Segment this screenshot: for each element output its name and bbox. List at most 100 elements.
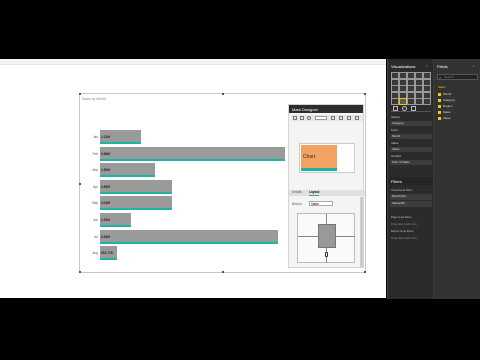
- visual-type-gallery: [391, 72, 431, 105]
- redo-icon[interactable]: [339, 116, 343, 120]
- report-filter-dropzone[interactable]: Drag data fields here: [391, 236, 417, 241]
- chevron-right-icon[interactable]: ›: [473, 64, 477, 68]
- category-label: Aug: [92, 251, 98, 256]
- category-label: Jul: [93, 234, 98, 239]
- anchor-line-left: [298, 236, 318, 237]
- anchor-line-top: [326, 214, 327, 224]
- resize-handle[interactable]: [79, 93, 81, 95]
- fields-pane: Fields › ⌕ Search Sales Month Category R…: [433, 59, 480, 299]
- filter-value[interactable]: Value(All): [390, 201, 432, 207]
- filter-month[interactable]: Month(All): [390, 194, 432, 200]
- bind-to-label: Bind to: [292, 202, 302, 206]
- bar-accent: [100, 208, 172, 211]
- page-filter-dropzone[interactable]: Drag data fields here: [391, 222, 417, 227]
- pane-tabs: [391, 106, 431, 112]
- well-tooltips[interactable]: Sum of Sales: [390, 160, 432, 165]
- checkbox-icon[interactable]: [438, 98, 441, 102]
- settings-icon[interactable]: [355, 116, 359, 120]
- category-label: May: [91, 201, 98, 206]
- fields-search[interactable]: ⌕ Search: [437, 74, 478, 80]
- bind-to-select[interactable]: Value: [309, 201, 333, 206]
- bar[interactable]: [100, 196, 172, 211]
- value-label: 1.80M: [101, 168, 110, 173]
- well-category[interactable]: Category: [390, 121, 432, 126]
- category-label: Apr: [93, 184, 98, 189]
- format-tab-icon[interactable]: [402, 106, 407, 111]
- visualizations-title: Visualizations: [391, 64, 416, 69]
- table-name[interactable]: Sales: [438, 85, 446, 90]
- checkbox-icon[interactable]: [438, 92, 441, 96]
- analytics-tab-icon[interactable]: [411, 106, 416, 111]
- category-label: Mar: [92, 168, 99, 173]
- resize-handle[interactable]: [364, 93, 366, 95]
- filters-title: Filters: [391, 179, 402, 184]
- checkbox-icon[interactable]: [438, 116, 441, 120]
- resize-handle[interactable]: [79, 271, 81, 273]
- chevron-right-icon[interactable]: ›: [426, 64, 430, 68]
- filters-header: Filters: [388, 177, 434, 185]
- section-tooltips: Tooltips: [391, 154, 402, 158]
- value-label: 1.33M: [101, 218, 110, 222]
- zoom-select[interactable]: [315, 116, 327, 120]
- section-values: Values: [391, 115, 400, 119]
- search-input[interactable]: Search: [444, 75, 454, 80]
- mark-preview-area: Chart: [299, 143, 355, 173]
- value-label: 3.04M: [101, 201, 110, 206]
- field-item[interactable]: Category: [438, 98, 455, 102]
- layout-box[interactable]: [318, 224, 336, 248]
- field-item[interactable]: Month: [438, 92, 451, 96]
- value-label: 6.28M: [101, 234, 110, 239]
- anchor-line-right: [336, 236, 355, 237]
- well-value[interactable]: Value: [390, 147, 432, 152]
- resize-handle[interactable]: [364, 271, 366, 273]
- category-label: Jun: [92, 218, 98, 222]
- mark-designer-scrollbar[interactable]: [360, 197, 363, 267]
- fields-title: Fields: [437, 64, 448, 69]
- import-icon[interactable]: [423, 98, 431, 105]
- circle-icon[interactable]: [307, 116, 311, 120]
- bar-accent: [100, 158, 285, 161]
- bar[interactable]: [100, 179, 172, 194]
- mark-designer-tabs: Details Layout: [289, 190, 365, 196]
- field-item[interactable]: Sales: [438, 110, 451, 114]
- bar-accent: [100, 225, 131, 227]
- well-month[interactable]: Month: [390, 134, 432, 139]
- field-item[interactable]: Region: [438, 104, 453, 108]
- bar[interactable]: [100, 146, 285, 161]
- field-item[interactable]: Value: [438, 116, 450, 120]
- layout-editor: [297, 213, 355, 263]
- mark-preview-shape[interactable]: Chart: [301, 145, 337, 171]
- r-visual-icon[interactable]: [407, 98, 415, 105]
- fields-tab-icon[interactable]: [393, 106, 398, 111]
- tab-layout[interactable]: Layout: [309, 190, 320, 196]
- section-field: Field: [391, 128, 398, 132]
- checkbox-icon[interactable]: [438, 104, 441, 108]
- value-label: 2.55M: [101, 184, 110, 189]
- mark-preview-text: Chart: [303, 154, 316, 160]
- rectangle-icon[interactable]: [300, 116, 304, 120]
- checkbox-icon[interactable]: [438, 110, 441, 114]
- pointer-icon[interactable]: [293, 116, 297, 120]
- bar[interactable]: [100, 229, 279, 244]
- kpi-icon[interactable]: [391, 98, 399, 105]
- visualizations-pane: Visualizations › Values Category Field M…: [387, 59, 434, 299]
- delete-icon[interactable]: [347, 116, 351, 120]
- mark-preview-accent: [301, 168, 337, 171]
- bar-accent: [100, 142, 142, 144]
- custom-visual-icon[interactable]: [399, 98, 407, 105]
- section-value: Value: [391, 141, 399, 145]
- report-level-filters-label: Report level filters: [391, 229, 414, 233]
- cursor-hand-icon: [325, 252, 328, 257]
- bar-accent: [100, 241, 279, 244]
- mark-designer-panel: Mark Designer Chart Details Layout Bind …: [288, 104, 365, 268]
- mark-designer-title: Mark Designer: [289, 105, 363, 113]
- resize-handle[interactable]: [222, 93, 224, 95]
- undo-icon[interactable]: [331, 116, 335, 120]
- resize-handle[interactable]: [222, 271, 224, 273]
- value-label: 1.21M: [101, 135, 110, 139]
- page-level-filters-label: Page level filters: [391, 215, 412, 219]
- ellipsis-icon[interactable]: [415, 98, 423, 105]
- bar-accent: [100, 175, 155, 178]
- tab-details[interactable]: Details: [292, 190, 302, 195]
- value-label: 4.86M: [101, 151, 110, 156]
